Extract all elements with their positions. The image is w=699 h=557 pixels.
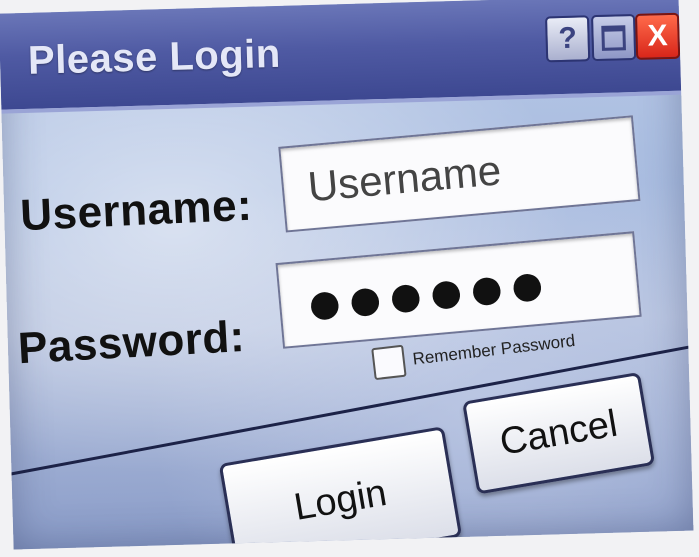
cancel-button-label: Cancel — [496, 402, 621, 464]
close-button[interactable]: X — [634, 12, 681, 60]
password-label: Password: — [16, 312, 247, 374]
dialog-title: Please Login — [27, 31, 282, 83]
remember-checkbox[interactable] — [371, 344, 407, 381]
maximize-icon — [601, 24, 626, 51]
username-label: Username: — [19, 180, 254, 241]
remember-label: Remember Password — [411, 330, 577, 369]
maximize-button[interactable] — [590, 13, 637, 62]
close-icon: X — [647, 19, 669, 53]
cancel-button[interactable]: Cancel — [462, 371, 656, 495]
username-value: Username — [305, 146, 503, 211]
password-field[interactable]: ●●●●●● — [275, 231, 642, 349]
help-button[interactable]: ? — [544, 15, 591, 63]
login-dialog: Please Login ? X Username: Username Pass… — [0, 0, 694, 550]
username-field[interactable]: Username — [278, 115, 641, 233]
title-bar[interactable]: Please Login ? X — [0, 0, 682, 114]
password-mask: ●●●●●● — [302, 246, 552, 340]
login-button[interactable]: Login — [218, 426, 463, 550]
login-button-label: Login — [290, 471, 390, 529]
photo-frame: Please Login ? X Username: Username Pass… — [0, 0, 699, 557]
help-icon: ? — [557, 21, 578, 56]
